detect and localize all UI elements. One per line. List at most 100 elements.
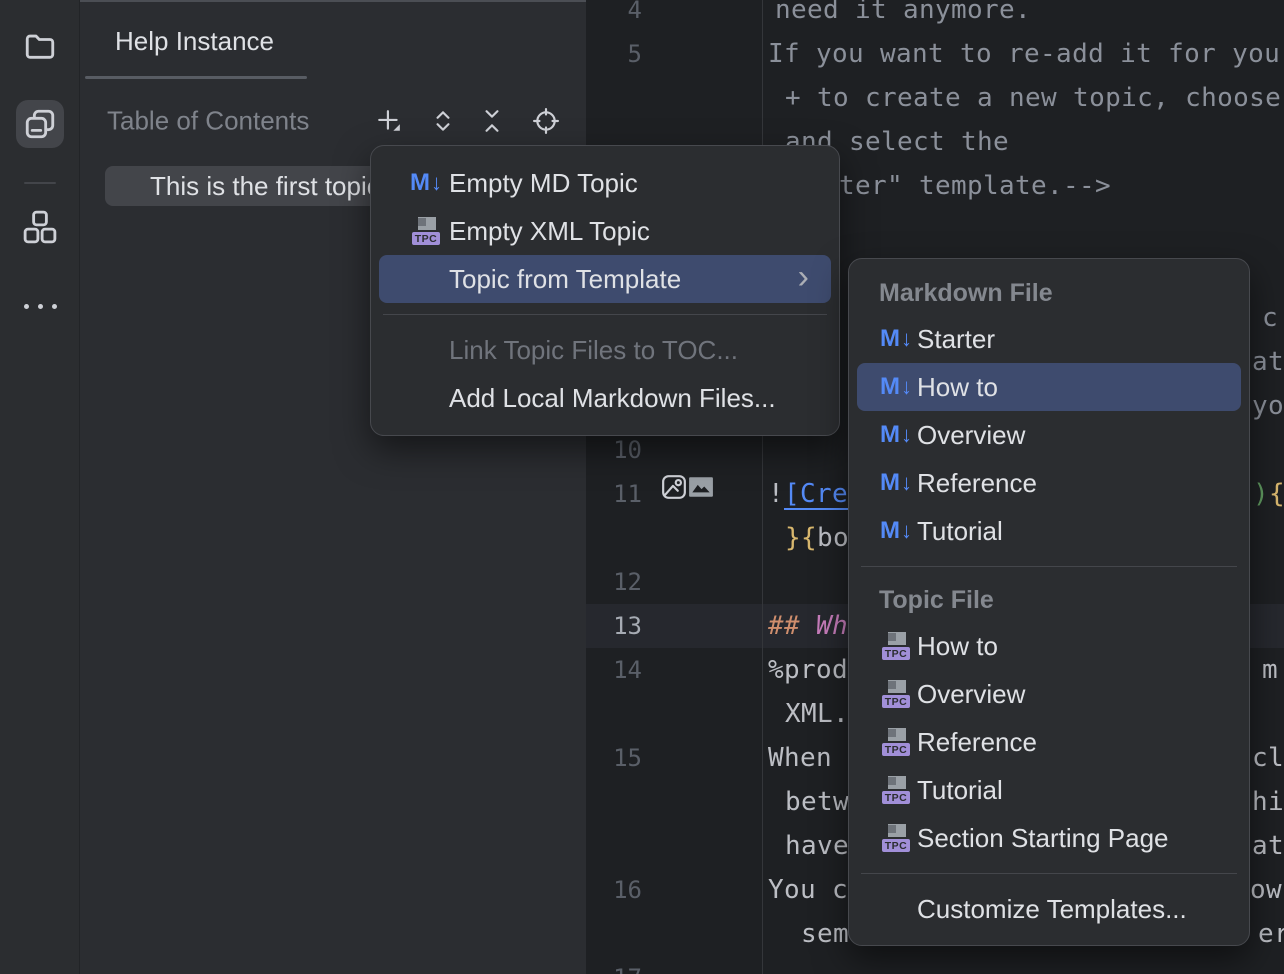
code-segment: XML. (785, 692, 849, 736)
code-segment: have (785, 824, 849, 868)
menu-item-label: Overview (917, 420, 1025, 451)
line-number: 11 (586, 472, 642, 516)
menu-separator (861, 566, 1237, 567)
menu-item-empty-md-topic[interactable]: M↓Empty MD Topic (379, 159, 831, 207)
menu-item-label: Overview (917, 679, 1025, 710)
topic-file-icon: TPC (412, 217, 440, 245)
menu-item-icon-box: M↓ (879, 514, 913, 548)
menu-item-topic-from-template[interactable]: Topic from Template› (379, 255, 831, 303)
menu-item-empty-xml-topic[interactable]: TPCEmpty XML Topic (379, 207, 831, 255)
code-segment: { (1269, 472, 1284, 516)
code-segment: hi (1252, 780, 1284, 824)
markdown-file-icon: M↓ (880, 469, 912, 497)
markdown-file-icon: M↓ (410, 169, 442, 197)
writerside-tool-button[interactable] (16, 100, 64, 148)
menu-item-how-to[interactable]: M↓How to (857, 363, 1241, 411)
structure-tool-button[interactable] (16, 203, 64, 251)
tool-window-header[interactable]: Help Instance (80, 2, 586, 80)
menu-separator (861, 873, 1237, 874)
new-topic-menu: M↓Empty MD TopicTPCEmpty XML TopicTopic … (370, 145, 840, 436)
menu-item-label: Empty MD Topic (449, 168, 638, 199)
markdown-file-icon: M↓ (880, 421, 912, 449)
menu-item-starter[interactable]: M↓Starter (857, 315, 1241, 363)
menu-item-add-local-markdown-files[interactable]: Add Local Markdown Files... (379, 374, 831, 422)
topic-file-icon: TPC (882, 680, 910, 708)
line-number: 4 (586, 0, 642, 32)
submenu-arrow-icon: › (798, 258, 809, 297)
menu-item-label: Customize Templates... (917, 894, 1187, 925)
active-tab-underline (85, 76, 307, 79)
line-number: 17 (586, 956, 642, 974)
code-segment: ow (1250, 868, 1282, 912)
line-number: 14 (586, 648, 642, 692)
topic-file-icon: TPC (882, 728, 910, 756)
more-tools-button[interactable] (16, 282, 64, 330)
menu-separator (383, 314, 827, 315)
code-row[interactable]: 4 need it anymore. (586, 0, 1284, 32)
line-number: 12 (586, 560, 642, 604)
code-segment: need it anymore. (775, 0, 1031, 32)
code-segment: ## (768, 604, 816, 648)
more-icon (24, 304, 57, 309)
folder-icon (23, 29, 57, 63)
markdown-file-icon: M↓ (880, 325, 912, 353)
menu-item-reference[interactable]: M↓Reference (857, 459, 1241, 507)
copies-icon (23, 107, 57, 141)
menu-item-section-starting-page[interactable]: TPCSection Starting Page (857, 814, 1241, 862)
menu-item-label: Tutorial (917, 516, 1003, 547)
line-number: 5 (586, 32, 642, 76)
topic-file-icon: TPC (882, 776, 910, 804)
topic-file-icon: TPC (882, 632, 910, 660)
menu-item-icon-box: TPC (879, 725, 913, 759)
tool-window-stripe (0, 0, 80, 974)
menu-item-overview[interactable]: TPCOverview (857, 670, 1241, 718)
menu-item-icon-box: TPC (879, 821, 913, 855)
menu-item-how-to[interactable]: TPCHow to (857, 622, 1241, 670)
menu-item-tutorial[interactable]: TPCTutorial (857, 766, 1241, 814)
code-segment: betw (785, 780, 849, 824)
ide-window: 4 need it anymore. 5 If you want to re-add … (0, 0, 1284, 974)
menu-item-icon-box: M↓ (879, 322, 913, 356)
menu-item-icon-box: M↓ (879, 370, 913, 404)
code-segment: ! (768, 472, 784, 516)
code-segment: at (1252, 824, 1284, 868)
code-segment: Wh (816, 604, 848, 648)
code-segment: m (1262, 648, 1278, 692)
code-segment: If you want to re-add it for your (768, 32, 1284, 76)
collapse-all-icon[interactable] (479, 108, 505, 134)
code-row[interactable]: 5 If you want to re-add it for your (586, 32, 1284, 76)
menu-item-label: Tutorial (917, 775, 1003, 806)
topic-template-submenu: Markdown FileM↓StarterM↓How toM↓Overview… (848, 258, 1250, 946)
menu-item-icon-box: TPC (409, 214, 443, 248)
code-segment: sem (801, 912, 849, 956)
image-preview-icon[interactable] (688, 474, 714, 500)
menu-item-label: Reference (917, 468, 1037, 499)
project-folder-button[interactable] (16, 22, 64, 70)
menu-item-label: Starter (917, 324, 995, 355)
line-number: 15 (586, 736, 642, 780)
line-number: 13 (586, 604, 642, 648)
expand-all-icon[interactable] (430, 108, 456, 134)
structure-icon (23, 210, 57, 244)
menu-item-overview[interactable]: M↓Overview (857, 411, 1241, 459)
scroll-from-source-icon[interactable] (533, 108, 559, 134)
code-segment: cl (1252, 736, 1284, 780)
menu-item-label: How to (917, 372, 998, 403)
line-number: 16 (586, 868, 642, 912)
code-row[interactable]: + to create a new topic, choose t (586, 76, 1284, 120)
add-with-dropdown-icon[interactable] (376, 108, 402, 134)
menu-item-reference[interactable]: TPCReference (857, 718, 1241, 766)
menu-item-icon-box: M↓ (879, 466, 913, 500)
menu-item-link-topic-files-to-toc[interactable]: Link Topic Files to TOC... (379, 326, 831, 374)
markdown-file-icon: M↓ (880, 373, 912, 401)
code-segment: er (1258, 912, 1284, 956)
image-outline-icon[interactable] (661, 474, 687, 500)
menu-item-customize-templates[interactable]: Customize Templates... (857, 885, 1241, 933)
stripe-separator (24, 182, 56, 184)
menu-item-label: Add Local Markdown Files... (449, 383, 776, 414)
code-segment: at (1252, 340, 1284, 384)
menu-item-icon-box: TPC (879, 677, 913, 711)
code-segment: ) (1253, 472, 1269, 516)
menu-item-tutorial[interactable]: M↓Tutorial (857, 507, 1241, 555)
code-row[interactable]: 17 (586, 956, 1284, 974)
